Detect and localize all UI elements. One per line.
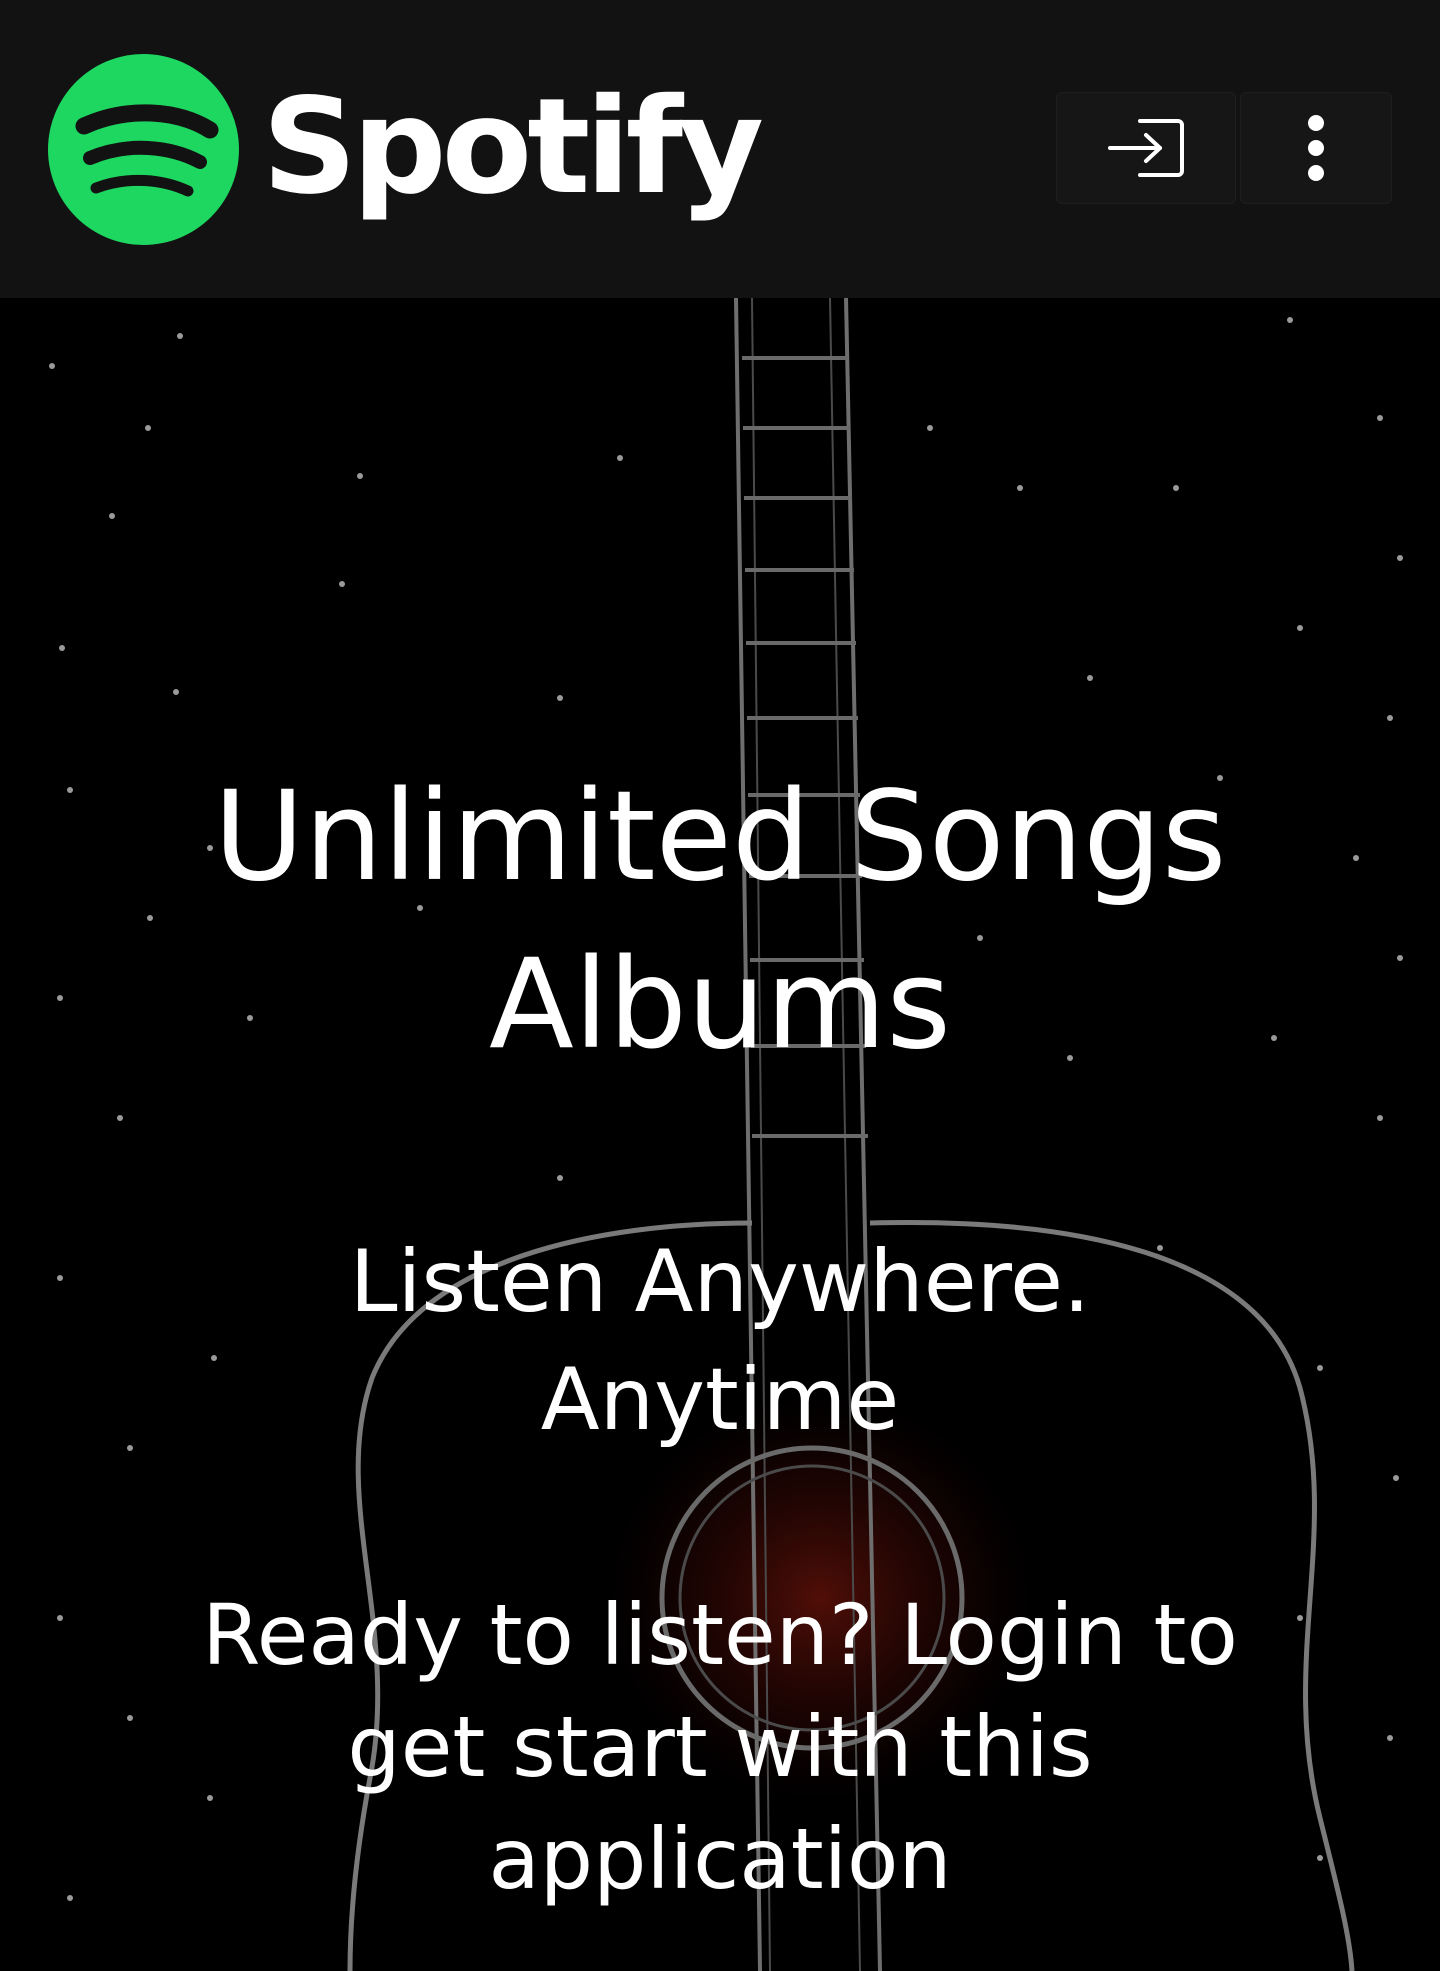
hero-section: Unlimited Songs Albums Listen Anywhere. … xyxy=(0,298,1440,1971)
login-icon xyxy=(1108,119,1184,177)
spotify-logo-icon[interactable] xyxy=(48,54,239,245)
tagline-line-2: Anytime xyxy=(540,1350,900,1450)
app-header: Spotify xyxy=(0,0,1440,298)
login-prompt-text: Ready to listen? Login to get start with… xyxy=(202,1586,1238,1908)
brand-name[interactable]: Spotify xyxy=(262,52,764,242)
headline-line-2: Albums xyxy=(489,933,951,1077)
headline-line-1: Unlimited Songs xyxy=(213,765,1227,909)
more-vert-icon xyxy=(1308,115,1324,181)
hero-headline: Unlimited Songs Albums xyxy=(0,753,1440,1089)
more-options-button[interactable] xyxy=(1240,92,1392,204)
login-button[interactable] xyxy=(1056,92,1236,204)
tagline-line-1: Listen Anywhere. xyxy=(349,1232,1091,1332)
hero-tagline: Listen Anywhere. Anytime xyxy=(0,1223,1440,1459)
